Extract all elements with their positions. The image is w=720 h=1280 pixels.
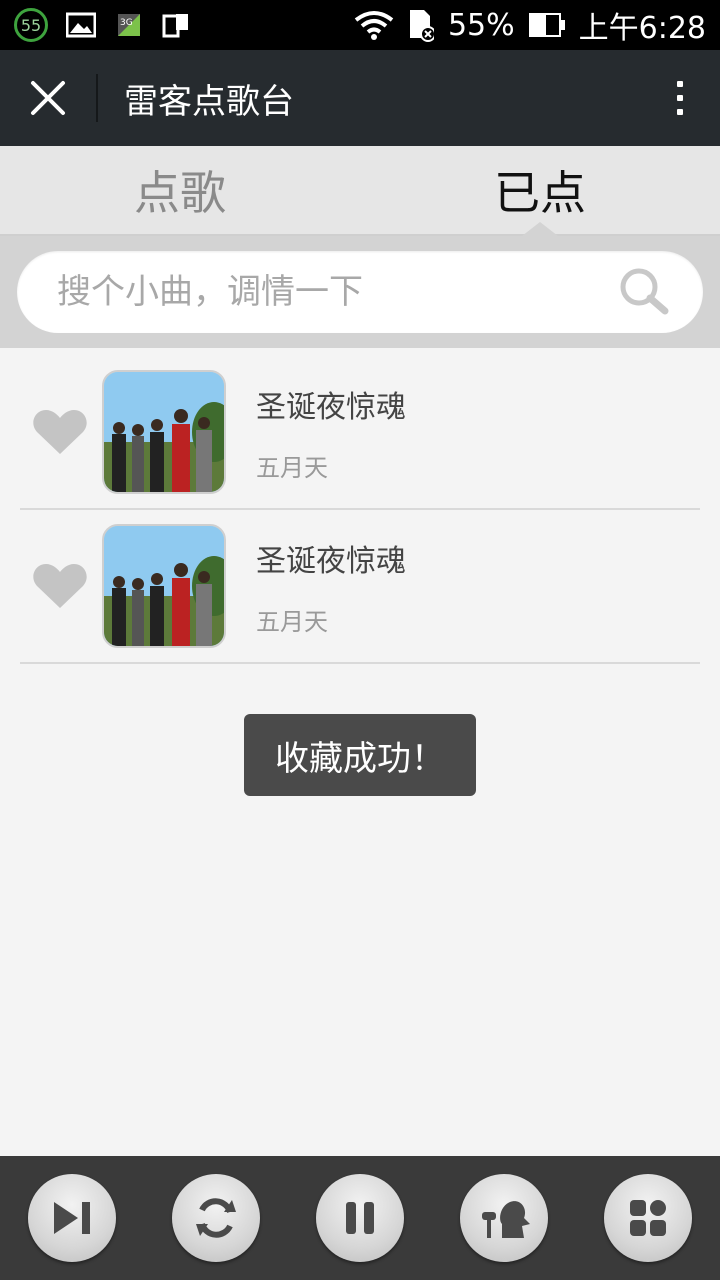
app-header: 雷客点歌台 (0, 50, 720, 146)
band-photo-icon (104, 372, 224, 492)
notification-badge: 55 (14, 8, 48, 42)
repeat-icon (196, 1198, 236, 1238)
more-dot-icon (677, 81, 683, 87)
singer-mic-button[interactable] (460, 1174, 548, 1262)
skip-next-icon (54, 1202, 90, 1234)
close-icon (31, 81, 65, 115)
page-title: 雷客点歌台 (124, 81, 294, 122)
search-icon[interactable] (617, 267, 673, 317)
pause-icon (346, 1202, 374, 1234)
more-dot-icon (677, 109, 683, 115)
search-input[interactable] (57, 272, 617, 312)
clock: 上午6:28 (578, 11, 706, 46)
battery-icon (528, 13, 565, 37)
wifi-icon (354, 11, 394, 40)
svg-text:3G: 3G (120, 18, 133, 28)
active-tab-indicator (522, 222, 558, 236)
tab-requested[interactable]: 已点 (360, 146, 720, 236)
apps-button[interactable] (604, 1174, 692, 1262)
next-track-button[interactable] (28, 1174, 116, 1262)
search-box (17, 251, 703, 333)
tab-bar: 点歌 已点 (0, 146, 720, 236)
apps-grid-icon (630, 1200, 666, 1236)
microphone-person-icon (482, 1201, 530, 1238)
header-divider (96, 74, 98, 122)
album-cover (102, 524, 226, 648)
gallery-icon (66, 12, 96, 38)
song-list: 圣诞夜惊魂 五月天 圣诞夜惊魂 五月天 (20, 356, 700, 664)
favorite-button[interactable] (28, 408, 92, 456)
tab-request-song[interactable]: 点歌 (0, 146, 360, 234)
player-controls (0, 1156, 720, 1280)
status-bar: 55 3G 55% 上午6:28 (0, 0, 720, 50)
list-item[interactable]: 圣诞夜惊魂 五月天 (20, 510, 700, 664)
list-item[interactable]: 圣诞夜惊魂 五月天 (20, 356, 700, 510)
tab-label: 已点 (494, 166, 586, 220)
more-options-button[interactable] (640, 50, 720, 146)
repeat-button[interactable] (172, 1174, 260, 1262)
band-photo-icon (104, 526, 224, 646)
toast-message: 收藏成功！ (244, 714, 476, 796)
song-artist: 五月天 (256, 453, 328, 482)
more-dot-icon (677, 95, 683, 101)
tab-label: 点歌 (134, 166, 226, 220)
favorite-button[interactable] (28, 562, 92, 610)
device-sync-icon (162, 14, 188, 38)
song-title: 圣诞夜惊魂 (256, 543, 406, 579)
album-cover (102, 370, 226, 494)
heart-icon (33, 564, 87, 608)
heart-icon (33, 410, 87, 454)
battery-percent: 55% (447, 7, 515, 43)
pause-button[interactable] (316, 1174, 404, 1262)
song-artist: 五月天 (256, 607, 328, 636)
sd-card-error-icon (409, 10, 434, 42)
song-title: 圣诞夜惊魂 (256, 389, 406, 425)
3g-icon: 3G (118, 14, 140, 36)
close-button[interactable] (0, 50, 96, 146)
search-bar (0, 236, 720, 348)
